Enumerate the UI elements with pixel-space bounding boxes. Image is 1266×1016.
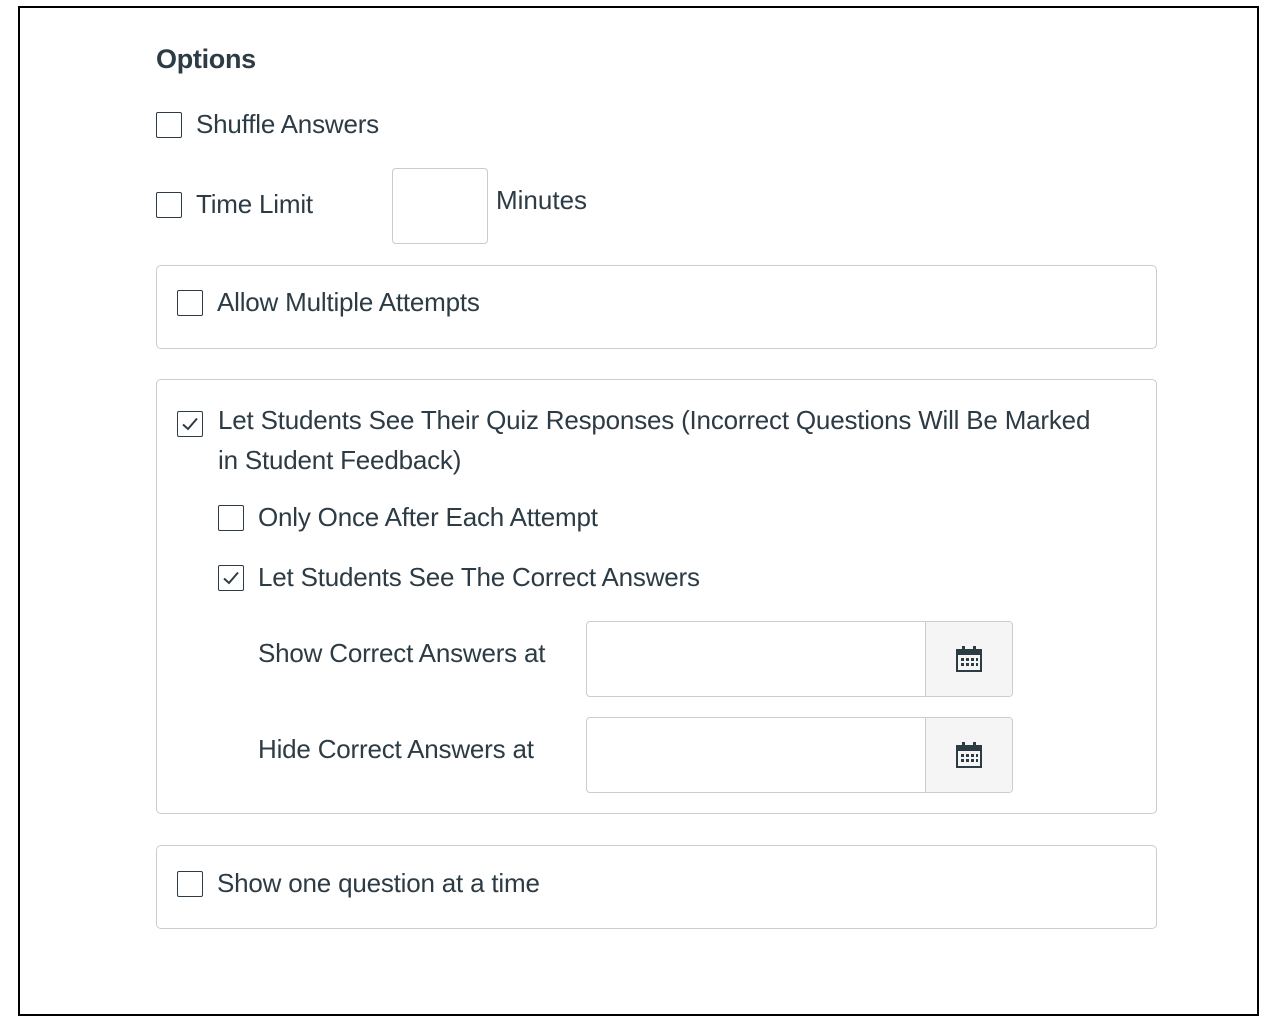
hide-correct-at-field: [586, 717, 1013, 793]
see-correct-answers-option[interactable]: Let Students See The Correct Answers: [218, 562, 700, 593]
time-limit-minutes-input[interactable]: [392, 168, 488, 244]
time-limit-option[interactable]: Time Limit: [156, 189, 313, 220]
time-limit-label: Time Limit: [196, 189, 313, 219]
hide-correct-at-input[interactable]: [587, 718, 925, 792]
show-correct-at-label: Show Correct Answers at: [258, 638, 546, 668]
calendar-icon: [956, 646, 982, 672]
shuffle-answers-label: Shuffle Answers: [196, 109, 379, 139]
shuffle-answers-checkbox[interactable]: [156, 111, 182, 138]
allow-multiple-attempts-option[interactable]: Allow Multiple Attempts: [177, 287, 480, 318]
see-correct-answers-checkbox[interactable]: [218, 564, 244, 591]
show-correct-at-calendar-button[interactable]: [925, 622, 1012, 696]
only-once-option[interactable]: Only Once After Each Attempt: [218, 502, 598, 533]
show-correct-at-field: [586, 621, 1013, 697]
see-correct-answers-label: Let Students See The Correct Answers: [258, 562, 700, 592]
time-limit-checkbox[interactable]: [156, 191, 182, 218]
options-heading: Options: [156, 44, 256, 74]
one-question-option[interactable]: Show one question at a time: [177, 868, 540, 899]
hide-correct-at-label: Hide Correct Answers at: [258, 734, 534, 764]
allow-multiple-attempts-label: Allow Multiple Attempts: [217, 287, 480, 317]
one-question-checkbox[interactable]: [177, 870, 203, 897]
only-once-checkbox[interactable]: [218, 504, 244, 531]
checkmark-icon: [223, 571, 239, 584]
see-responses-label[interactable]: Let Students See Their Quiz Responses (I…: [218, 400, 1098, 480]
shuffle-answers-option[interactable]: Shuffle Answers: [156, 109, 379, 140]
hide-correct-at-calendar-button[interactable]: [925, 718, 1012, 792]
one-question-label: Show one question at a time: [217, 868, 540, 898]
allow-multiple-attempts-checkbox[interactable]: [177, 289, 203, 316]
see-responses-checkbox[interactable]: [177, 411, 203, 437]
checkmark-icon: [182, 417, 198, 431]
only-once-label: Only Once After Each Attempt: [258, 502, 598, 532]
minutes-unit-label: Minutes: [496, 185, 588, 215]
show-correct-at-input[interactable]: [587, 622, 925, 696]
calendar-icon: [956, 742, 982, 768]
